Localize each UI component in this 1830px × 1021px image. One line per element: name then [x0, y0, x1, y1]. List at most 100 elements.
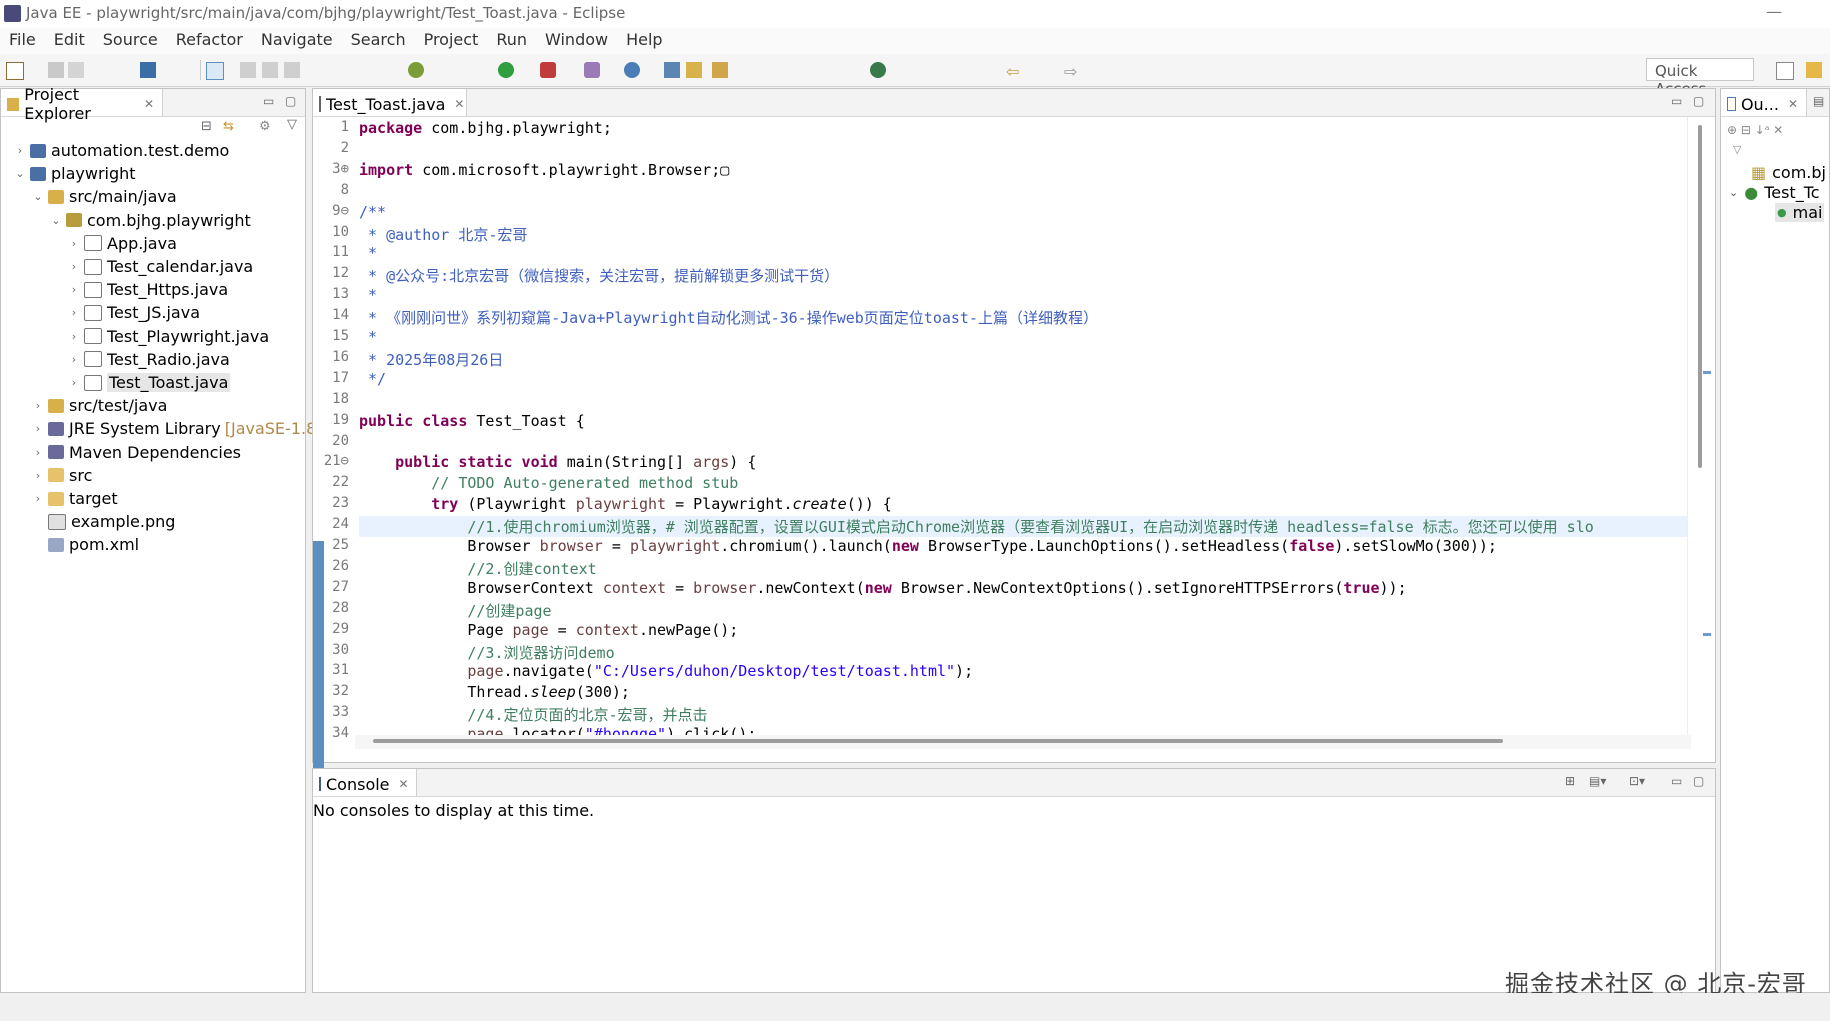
vertical-scrollbar[interactable] — [1687, 117, 1714, 735]
horizontal-scrollbar[interactable] — [355, 735, 1691, 749]
outline-item-method[interactable]: ● mai — [1775, 203, 1825, 222]
code-line[interactable]: * — [359, 244, 377, 262]
scroll-thumb[interactable] — [1698, 125, 1702, 468]
menu-project[interactable]: Project — [415, 28, 488, 54]
code-line[interactable]: //2.创建context — [359, 558, 596, 579]
chevron-right-icon[interactable]: › — [67, 283, 81, 296]
chevron-right-icon[interactable]: › — [67, 330, 81, 343]
code-line[interactable]: BrowserContext context = browser.newCont… — [359, 579, 1406, 597]
code-line[interactable]: * @author 北京-宏哥 — [359, 224, 527, 245]
tree-item[interactable]: pom.xml — [31, 533, 139, 556]
maximize-editor-icon[interactable]: ▢ — [1693, 94, 1704, 108]
tab-test-toast-java[interactable]: Test_Toast.java ✕ — [313, 89, 467, 116]
skip-breakpoints-icon[interactable] — [206, 62, 224, 80]
chevron-right-icon[interactable]: › — [13, 144, 27, 157]
open-perspective-icon[interactable] — [1776, 62, 1794, 80]
resume-icon[interactable] — [240, 62, 256, 78]
code-line[interactable]: public static void main(String[] args) { — [359, 453, 756, 471]
tree-item[interactable]: ⌄ playwright — [13, 162, 135, 185]
view-menu-icon[interactable]: ⚙ — [259, 119, 271, 134]
chevron-right-icon[interactable]: › — [67, 237, 81, 250]
code-line[interactable]: page.locator("#hongge").click(); — [359, 725, 756, 735]
menu-navigate[interactable]: Navigate — [252, 28, 342, 54]
save-all-icon[interactable] — [68, 62, 84, 78]
suspend-icon[interactable] — [262, 62, 278, 78]
maximize-view-icon[interactable]: ▢ — [285, 94, 296, 108]
tree-item[interactable]: › Test_Https.java — [67, 278, 228, 301]
close-icon[interactable]: ✕ — [399, 777, 409, 791]
open-folder-icon[interactable] — [686, 62, 702, 78]
open-type-icon[interactable] — [664, 62, 680, 78]
outline-item-class[interactable]: ⌄ ● Test_Tc — [1729, 183, 1820, 202]
chevron-right-icon[interactable]: › — [31, 469, 45, 482]
new-class-icon[interactable] — [624, 62, 640, 78]
save-icon[interactable] — [48, 62, 64, 78]
chevron-right-icon[interactable]: › — [31, 446, 45, 459]
chevron-right-icon[interactable]: › — [31, 492, 45, 505]
code-line[interactable]: * — [359, 328, 377, 346]
tree-item[interactable]: › Test_JS.java — [67, 301, 200, 324]
menu-help[interactable]: Help — [617, 28, 671, 54]
code-line[interactable]: /** — [359, 203, 386, 221]
code-line[interactable]: Page page = context.newPage(); — [359, 621, 738, 639]
run-icon[interactable] — [498, 62, 514, 78]
display-console-icon[interactable]: ▤▾ — [1589, 774, 1606, 788]
search-icon[interactable] — [712, 62, 728, 78]
new-icon[interactable] — [6, 62, 24, 80]
menu-edit[interactable]: Edit — [45, 28, 94, 54]
code-line[interactable]: */ — [359, 370, 386, 388]
external-tools-icon[interactable] — [540, 62, 556, 78]
tree-item[interactable]: › Maven Dependencies — [31, 441, 241, 464]
open-console-icon[interactable]: ⊡▾ — [1629, 774, 1645, 788]
menu-file[interactable]: File — [0, 28, 45, 54]
minimize-icon[interactable]: — — [1766, 2, 1782, 21]
minimize-console-icon[interactable]: ▭ — [1671, 774, 1682, 788]
pin-console-icon[interactable]: ⊞ — [1565, 774, 1575, 788]
code-line[interactable]: * @公众号:北京宏哥（微信搜索，关注宏哥，提前解锁更多测试干货） — [359, 265, 839, 286]
close-icon[interactable]: ✕ — [1788, 97, 1798, 111]
tree-item[interactable]: › App.java — [67, 232, 177, 255]
link-with-editor-icon[interactable]: ⇆ — [223, 119, 234, 134]
minimize-view-icon[interactable]: ▭ — [263, 94, 274, 108]
tab-project-explorer[interactable]: Project Explorer ✕ — [1, 85, 163, 123]
tree-item[interactable]: › target — [31, 487, 118, 510]
chevron-right-icon[interactable]: › — [31, 422, 45, 435]
menu-source[interactable]: Source — [94, 28, 167, 54]
view-menu-icon[interactable]: ▽ — [1733, 143, 1741, 156]
terminal-icon[interactable] — [140, 62, 156, 78]
tree-item[interactable]: ⌄ com.bjhg.playwright — [49, 209, 250, 232]
code-line[interactable]: Thread.sleep(300); — [359, 683, 630, 701]
menu-window[interactable]: Window — [536, 28, 617, 54]
code-line[interactable]: //1.使用chromium浏览器，# 浏览器配置，设置以GUI模式启动Chro… — [359, 516, 1689, 538]
tab-console[interactable]: Console ✕ — [313, 769, 417, 796]
forward-icon[interactable]: ⇨ — [1064, 62, 1080, 81]
tab-outline[interactable]: Ou... ✕ — [1721, 89, 1807, 116]
chevron-down-icon[interactable]: ⌄ — [13, 167, 27, 180]
java-ee-perspective-icon[interactable] — [1806, 62, 1822, 78]
code-line[interactable]: page.navigate("C:/Users/duhon/Desktop/te… — [359, 662, 973, 680]
code-line[interactable]: //3.浏览器访问demo — [359, 642, 614, 663]
quick-access-field[interactable]: Quick Access — [1646, 58, 1754, 98]
menu-refactor[interactable]: Refactor — [167, 28, 252, 54]
chevron-down-icon[interactable]: ⌄ — [31, 190, 45, 203]
minimize-editor-icon[interactable]: ▭ — [1671, 94, 1682, 108]
tree-item[interactable]: › automation.test.demo — [13, 139, 230, 162]
code-line[interactable]: //4.定位页面的北京-宏哥，并点击 — [359, 704, 707, 725]
close-icon[interactable]: ✕ — [144, 97, 154, 111]
task-list-icon[interactable]: ▤ — [1813, 94, 1824, 108]
debug-icon[interactable] — [408, 62, 424, 78]
code-line[interactable]: //创建page — [359, 600, 551, 621]
tree-item[interactable]: › Test_Playwright.java — [67, 325, 269, 348]
code-line[interactable]: package com.bjhg.playwright; — [359, 119, 612, 137]
tree-item[interactable]: › Test_calendar.java — [67, 255, 253, 278]
collapse-all-icon[interactable]: ⊟ — [201, 119, 212, 134]
code-line[interactable]: Browser browser = playwright.chromium().… — [359, 537, 1497, 555]
code-line[interactable]: * 2025年08月26日 — [359, 349, 503, 370]
hscroll-thumb[interactable] — [373, 739, 1503, 743]
code-line[interactable]: // TODO Auto-generated method stub — [359, 474, 738, 492]
chevron-down-icon[interactable]: ⌄ — [49, 214, 63, 227]
code-line[interactable]: try (Playwright playwright = Playwright.… — [359, 495, 892, 513]
tree-item[interactable]: › Test_Radio.java — [67, 348, 230, 371]
close-icon[interactable]: ✕ — [454, 97, 464, 111]
maximize-console-icon[interactable]: ▢ — [1693, 774, 1704, 788]
